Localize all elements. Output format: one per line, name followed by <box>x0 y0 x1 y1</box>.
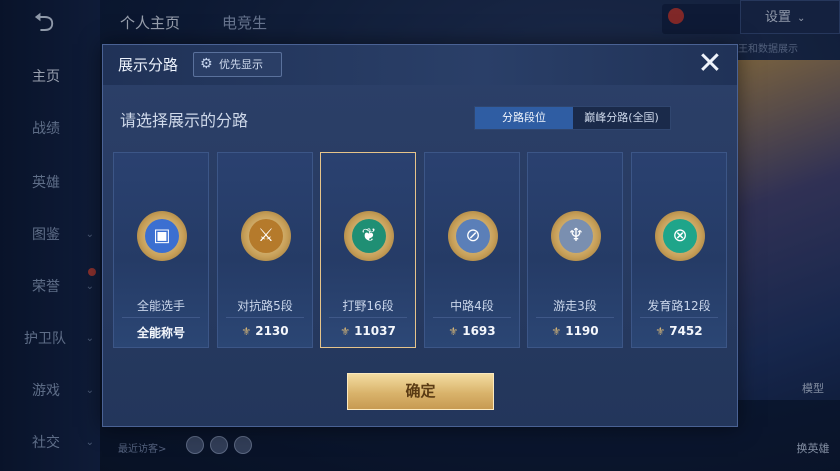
lane-card-list: ▣ 全能选手 全能称号 ⚔ 对抗路5段 ⚜ 2130 ❦ 打野16段 ⚜ 11037 ⊘ 中路4段 ⚜ 16… <box>113 152 729 348</box>
emblem-core: ⚔ <box>249 219 283 253</box>
lane-name: 发育路12段 <box>647 299 711 313</box>
divider <box>329 317 407 318</box>
dialog-title: 展示分路 <box>118 56 179 74</box>
divider <box>536 317 614 318</box>
score-icon: ⚜ <box>551 325 562 338</box>
lane-score-value: 1190 <box>565 324 599 338</box>
lane-name: 对抗路5段 <box>237 299 293 313</box>
lane-score: ⚜ 11037 <box>321 324 415 338</box>
confirm-button[interactable]: 确定 <box>347 373 494 410</box>
emblem-core: ❦ <box>352 219 386 253</box>
roam-emblem-icon: ♆ <box>551 211 601 261</box>
gear-icon: ⚙ <box>200 56 213 72</box>
clash-lane-emblem-icon: ⚔ <box>241 211 291 261</box>
lane-score-value: 2130 <box>255 324 289 338</box>
lane-score-value: 全能称号 <box>136 326 185 340</box>
divider <box>122 317 200 318</box>
dialog-subtitle: 请选择展示的分路 <box>120 111 249 130</box>
divider <box>640 317 718 318</box>
lane-name: 全能选手 <box>136 299 185 313</box>
score-icon: ⚜ <box>340 325 351 338</box>
priority-label: 优先显示 <box>219 58 263 71</box>
dialog-header: 展示分路 ⚙ 优先显示 ✕ <box>103 45 737 85</box>
jungle-emblem-icon: ❦ <box>344 211 394 261</box>
lane-score: ⚜ 1190 <box>528 324 622 338</box>
lane-name: 中路4段 <box>450 299 494 313</box>
all-round-emblem-icon: ▣ <box>137 211 187 261</box>
lane-display-dialog: 展示分路 ⚙ 优先显示 ✕ 请选择展示的分路 分路段位 巅峰分路(全国) ▣ 全能… <box>102 44 738 427</box>
lane-score: ⚜ 7452 <box>632 324 726 338</box>
lane-score-value: 7452 <box>669 324 703 338</box>
tab-lane-rank[interactable]: 分路段位 <box>475 107 573 129</box>
farm-lane-emblem-icon: ⊗ <box>655 211 705 261</box>
emblem-core: ⊘ <box>456 219 490 253</box>
lane-name: 打野16段 <box>342 299 394 313</box>
lane-score: ⚜ 2130 <box>218 324 312 338</box>
lane-score-value: 1693 <box>462 324 496 338</box>
tab-peak-lane[interactable]: 巅峰分路(全国) <box>573 107 670 129</box>
lane-card[interactable]: ♆ 游走3段 ⚜ 1190 <box>527 152 623 348</box>
lane-name: 游走3段 <box>553 299 597 313</box>
divider <box>226 317 304 318</box>
emblem-core: ⊗ <box>663 219 697 253</box>
lane-type-toggle: 分路段位 巅峰分路(全国) <box>474 106 671 130</box>
lane-card[interactable]: ❦ 打野16段 ⚜ 11037 <box>320 152 416 348</box>
score-icon: ⚜ <box>448 325 459 338</box>
game-profile-screen: ⮌ 主页 战绩 英雄 图鉴 ⌄ 荣誉 ⌄ 护卫队 ⌄ 游戏 ⌄ 社交 ⌄ 个人主页 电竞生… <box>0 0 840 471</box>
emblem-core: ♆ <box>559 219 593 253</box>
lane-card[interactable]: ⊘ 中路4段 ⚜ 1693 <box>424 152 520 348</box>
score-icon: ⚜ <box>655 325 666 338</box>
lane-score: ⚜ 1693 <box>425 324 519 338</box>
lane-score-value: 11037 <box>354 324 396 338</box>
mid-lane-emblem-icon: ⊘ <box>448 211 498 261</box>
priority-display-button[interactable]: ⚙ 优先显示 <box>193 52 282 77</box>
divider <box>433 317 511 318</box>
emblem-core: ▣ <box>145 219 179 253</box>
score-icon: ⚜ <box>241 325 252 338</box>
close-icon[interactable]: ✕ <box>693 47 727 81</box>
lane-card[interactable]: ⚔ 对抗路5段 ⚜ 2130 <box>217 152 313 348</box>
lane-score: 全能称号 <box>114 324 208 341</box>
lane-card[interactable]: ⊗ 发育路12段 ⚜ 7452 <box>631 152 727 348</box>
lane-card[interactable]: ▣ 全能选手全能称号 <box>113 152 209 348</box>
